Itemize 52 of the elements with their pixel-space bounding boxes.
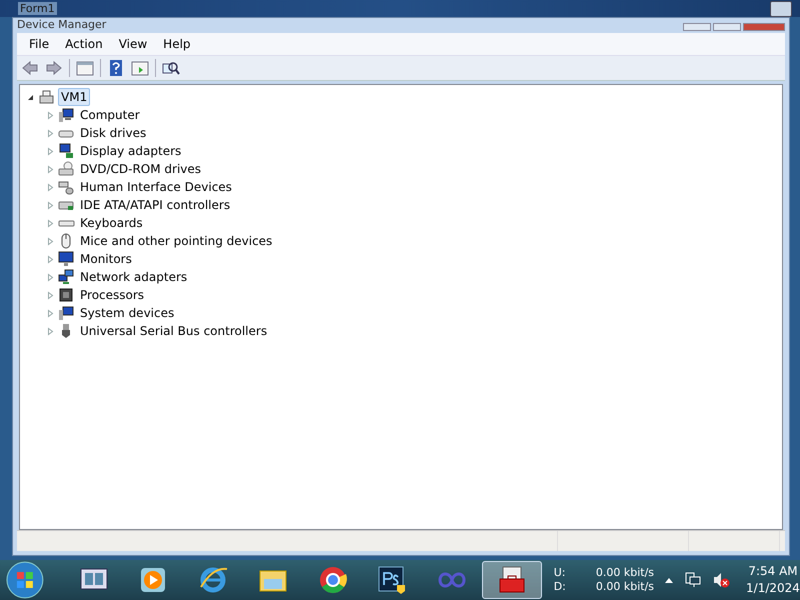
forward-arrow-icon[interactable]: [45, 59, 63, 77]
restore-button[interactable]: [770, 0, 792, 16]
toolbox-icon: [496, 565, 527, 595]
computer-icon: [58, 107, 75, 123]
tree-item[interactable]: Mice and other pointing devices: [78, 233, 274, 249]
net-rate: 0.00 kbit/s: [596, 566, 654, 580]
window-title: Device Manager: [17, 19, 106, 31]
help-icon[interactable]: [107, 59, 125, 77]
processor-icon: [58, 287, 75, 303]
action-pane-icon[interactable]: [131, 59, 149, 77]
tree-item[interactable]: Disk drives: [78, 125, 148, 141]
back-arrow-icon[interactable]: [21, 59, 39, 77]
keyboard-mouse-icon: [58, 179, 75, 195]
optical-drive-icon: [58, 161, 75, 177]
tree-item[interactable]: Display adapters: [78, 143, 184, 159]
tree-item[interactable]: DVD/CD-ROM drives: [78, 161, 204, 177]
clock-time[interactable]: 7:54 AM: [748, 563, 798, 580]
minimize-button[interactable]: [683, 23, 711, 31]
tree-item[interactable]: IDE ATA/ATAPI controllers: [78, 197, 232, 213]
globe-icon: [318, 565, 348, 595]
net-label: D:: [554, 580, 566, 594]
network-icon[interactable]: [684, 571, 702, 589]
menu-item[interactable]: View: [110, 35, 156, 53]
tree-item[interactable]: Human Interface Devices: [78, 179, 234, 195]
maximize-button[interactable]: [713, 23, 741, 31]
tree-item[interactable]: Monitors: [78, 251, 134, 267]
display-adapter-icon: [58, 143, 75, 159]
tree-item[interactable]: Keyboards: [78, 215, 145, 231]
monitor-icon: [58, 251, 75, 267]
menu-item[interactable]: File: [21, 35, 58, 53]
computer-icon: [38, 89, 55, 105]
menu-item[interactable]: Action: [57, 35, 111, 53]
expander-icon[interactable]: [26, 92, 35, 102]
window-title: Form1: [18, 2, 57, 15]
net-rate: 0.00 kbit/s: [596, 580, 654, 594]
console-tree-icon[interactable]: [76, 59, 94, 77]
muted-speaker-icon[interactable]: [712, 571, 730, 589]
tree-item[interactable]: Computer: [78, 107, 142, 123]
tree-item[interactable]: Network adapters: [78, 269, 190, 285]
clock-date[interactable]: 1/1/2024: [746, 580, 800, 597]
tree-item[interactable]: VM1: [58, 88, 90, 106]
tree-item[interactable]: Processors: [78, 287, 146, 303]
tree-item[interactable]: System devices: [78, 305, 176, 321]
start-button[interactable]: [6, 561, 44, 599]
network-icon: [58, 269, 75, 285]
image-editor-icon: [377, 565, 408, 595]
taskbar-button[interactable]: [482, 561, 542, 599]
computer-icon: [58, 305, 75, 321]
browser-icon: [198, 565, 228, 595]
tree-item[interactable]: Universal Serial Bus controllers: [78, 323, 270, 339]
net-label: U:: [554, 566, 566, 580]
menu-item[interactable]: Help: [155, 35, 199, 53]
